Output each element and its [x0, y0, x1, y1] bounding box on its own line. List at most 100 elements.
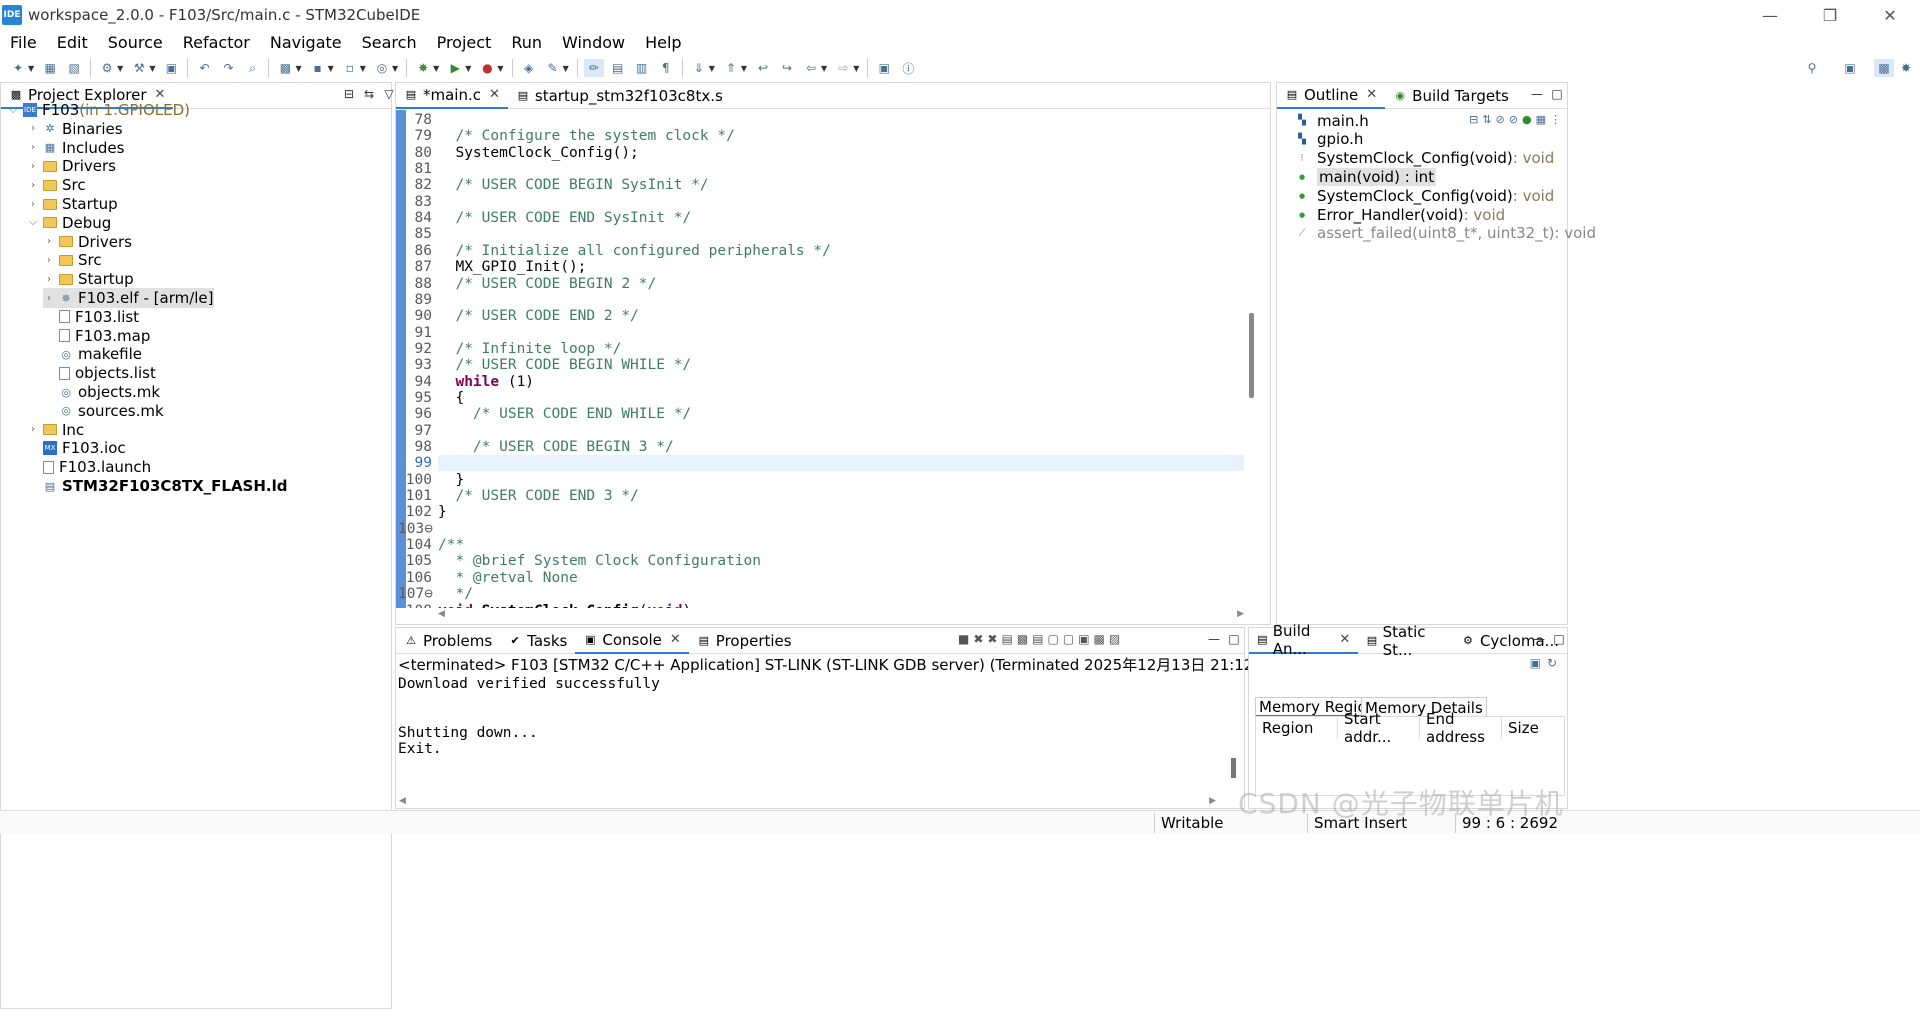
sort-icon[interactable]: ⇅	[1482, 113, 1491, 126]
perspective-icon[interactable]: ▣	[1840, 59, 1860, 77]
tree-item[interactable]: › Startup	[27, 194, 118, 214]
expand-chevron-icon[interactable]: ›	[43, 274, 55, 285]
expand-chevron-icon[interactable]: ›	[27, 123, 39, 134]
outline-view-menu-icon[interactable]: ⋮	[1550, 113, 1561, 126]
prev-annotation-icon[interactable]: ⇑	[721, 59, 741, 77]
remove-launch-icon[interactable]: ✖	[973, 632, 983, 646]
display-console-icon[interactable]: ▩	[1094, 632, 1105, 646]
show-stdout-icon[interactable]: ▢	[1048, 632, 1059, 646]
code-line[interactable]: 102}	[396, 504, 1256, 520]
console-scrollbar[interactable]	[1231, 758, 1236, 778]
scroll-lock-icon[interactable]: ▩	[1017, 632, 1028, 646]
code-line[interactable]: 87 MX_GPIO_Init();	[396, 259, 1256, 275]
tree-item[interactable]: › Src	[27, 175, 86, 195]
tree-item[interactable]: ◎ objects.mk	[43, 382, 160, 402]
code-line[interactable]: 104 /**	[396, 537, 1256, 553]
code-line[interactable]: 88 /* USER CODE BEGIN 2 */	[396, 276, 1256, 292]
refresh-icon[interactable]: ↻	[1547, 656, 1557, 670]
menu-search[interactable]: Search	[352, 33, 427, 52]
code-line[interactable]: 80 SystemClock_Config();	[396, 145, 1256, 161]
tab-main-c[interactable]: ▤ *main.c ✕	[396, 83, 508, 109]
terminate-icon[interactable]: ■	[958, 632, 969, 646]
code-line[interactable]: 81	[396, 161, 1256, 177]
collapse-outline-icon[interactable]: ⊟	[1469, 113, 1478, 126]
horizontal-scrollbar[interactable]: ◀ ▶	[438, 609, 1244, 622]
outline-item[interactable]: ● SystemClock_Config(void) : void	[1297, 186, 1554, 205]
expand-chevron-icon[interactable]: ⌵	[7, 105, 19, 116]
tree-item[interactable]: › Drivers	[43, 232, 132, 252]
tree-item[interactable]: › ✵ F103.elf - [arm/le]	[43, 288, 214, 308]
outline-item[interactable]: ● main(void) : int	[1297, 167, 1437, 186]
hide-fields-icon[interactable]: ⊘	[1496, 113, 1505, 126]
forward-edit-icon[interactable]: ↪	[777, 59, 797, 77]
code-line[interactable]: 78	[396, 112, 1256, 128]
expand-chevron-icon[interactable]: ›	[27, 199, 39, 210]
code-line[interactable]: 91	[396, 325, 1256, 341]
open-build-icon[interactable]: ▣	[1530, 656, 1541, 670]
tab-properties[interactable]: ▤ Properties	[689, 628, 800, 654]
menu-source[interactable]: Source	[98, 33, 173, 52]
back-icon[interactable]: ⇦	[801, 59, 821, 77]
minimize-view-icon[interactable]: —	[1527, 87, 1547, 101]
tab-startup-s[interactable]: ▤ startup_stm32f103c8tx.s	[508, 83, 731, 109]
code-line[interactable]: 95 {	[396, 390, 1256, 406]
code-line[interactable]: 92 /* Infinite loop */	[396, 341, 1256, 357]
menu-run[interactable]: Run	[501, 33, 552, 52]
code-line[interactable]: 93 /* USER CODE BEGIN WHILE */	[396, 357, 1256, 373]
code-line[interactable]: 79 /* Configure the system clock */	[396, 128, 1256, 144]
remove-all-icon[interactable]: ✖	[987, 632, 997, 646]
new-file-icon[interactable]: ▫	[340, 59, 360, 77]
open-perspective-icon[interactable]: ▣	[874, 59, 894, 77]
open-resource-icon[interactable]: ✎	[543, 59, 563, 77]
link-editor-icon[interactable]: ⇆	[359, 87, 379, 101]
code-line[interactable]: 107⊖ */	[396, 586, 1256, 602]
word-wrap-icon[interactable]: ▤	[1032, 632, 1043, 646]
maximize-view-icon[interactable]: □	[1547, 87, 1567, 101]
forward-icon[interactable]: ⇨	[833, 59, 853, 77]
tree-item[interactable]: › Inc	[27, 420, 84, 440]
pilcrow-icon[interactable]: ¶	[656, 59, 676, 77]
code-line[interactable]: 97	[396, 423, 1256, 439]
code-area[interactable]: 78 79 /* Configure the system clock */80 …	[396, 110, 1256, 608]
tree-item[interactable]: F103.map	[43, 326, 150, 346]
scroll-right-icon[interactable]: ▶	[1209, 796, 1216, 806]
code-line[interactable]: 108 void SystemClock_Config(void)	[396, 603, 1256, 609]
debug-icon[interactable]: ✸	[413, 59, 433, 77]
info-icon[interactable]: ⓘ	[898, 59, 918, 77]
expand-chevron-icon[interactable]: ›	[43, 236, 55, 247]
expand-chevron-icon[interactable]: ›	[43, 293, 55, 304]
collapse-all-icon[interactable]: ⊟	[339, 87, 359, 101]
build-icon[interactable]: ⚒	[129, 59, 149, 77]
tree-item[interactable]: MX F103.ioc	[27, 438, 126, 458]
menu-edit[interactable]: Edit	[47, 33, 98, 52]
tab-static-stack[interactable]: ▤ Static St...	[1358, 623, 1453, 659]
open-type-icon[interactable]: ◈	[519, 59, 539, 77]
maximize-view-icon[interactable]: □	[1224, 632, 1244, 646]
expand-chevron-icon[interactable]: ›	[27, 142, 39, 153]
menu-navigate[interactable]: Navigate	[260, 33, 352, 52]
code-line[interactable]: 90 /* USER CODE END 2 */	[396, 308, 1256, 324]
tab-build-analyzer[interactable]: ▤ Build An... ✕	[1249, 622, 1359, 658]
close-icon[interactable]: ✕	[1366, 87, 1377, 102]
search-icon[interactable]: ⚲	[1802, 59, 1822, 77]
tree-item[interactable]: › Startup	[43, 269, 134, 289]
code-line[interactable]: 85	[396, 226, 1256, 242]
tab-problems[interactable]: ⚠ Problems	[396, 628, 500, 654]
column-start-address[interactable]: Start addr...	[1338, 710, 1420, 746]
outline-item[interactable]: ⁝ SystemClock_Config(void) : void	[1297, 149, 1554, 168]
build-config-icon[interactable]: ⚙	[97, 59, 117, 77]
cpp-perspective-icon[interactable]: ▩	[1874, 59, 1894, 77]
scroll-right-icon[interactable]: ▶	[1237, 609, 1244, 619]
hide-nonpublic-icon[interactable]: ●	[1522, 113, 1532, 126]
toggle-mark-icon[interactable]: ✏	[583, 59, 604, 77]
code-line[interactable]: 94 while (1)	[396, 374, 1256, 390]
code-line[interactable]: 100 }	[396, 472, 1256, 488]
minimize-button[interactable]: —	[1740, 0, 1800, 30]
menu-refactor[interactable]: Refactor	[173, 33, 260, 52]
minimize-view-icon[interactable]: —	[1529, 632, 1549, 646]
new-icon[interactable]: ✦	[8, 59, 28, 77]
menu-file[interactable]: File	[0, 33, 47, 52]
close-icon[interactable]: ✕	[1339, 632, 1350, 647]
hide-static-icon[interactable]: ⊘	[1509, 113, 1518, 126]
restore-button[interactable]: ❐	[1800, 0, 1860, 30]
